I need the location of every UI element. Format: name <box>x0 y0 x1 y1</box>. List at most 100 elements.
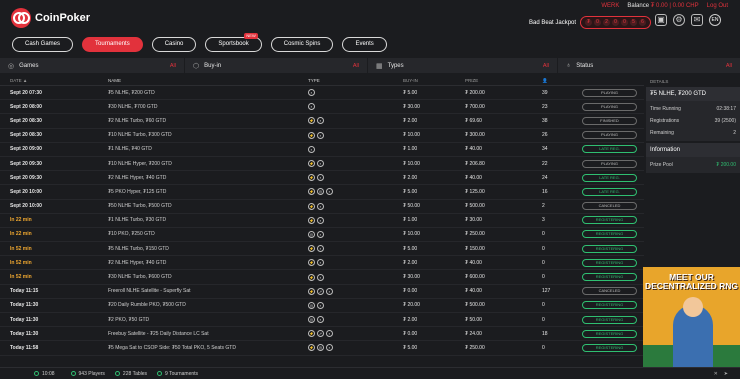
table-row[interactable]: In 22 min ₮10 PKO, ₮250 GTD ◎ ▪ ₮ 10.00 ₮ 250… <box>0 228 644 243</box>
tab-label: Cosmic Spins <box>283 41 321 47</box>
table-row[interactable]: Sept 20 08:00 ₮30 NLHE, ₮700 GTD ▪ ₮ 30.00 ₮… <box>0 100 644 115</box>
tab-cash-games[interactable]: Cash Games <box>12 37 74 52</box>
table-row[interactable]: In 52 min ₮30 NLHE Turbo, ₮600 GTD ⚡ ▪ ₮ 30.… <box>0 270 644 285</box>
filter-games[interactable]: ◎ Games All <box>0 58 185 73</box>
row-status-cell: REGISTERING <box>582 258 642 267</box>
row-types: ⚡ ▪ <box>308 174 403 182</box>
table-row[interactable]: Sept 20 09:30 ₮10 NLHE Hyper, ₮200 GTD ⚡ ▪ ₮… <box>0 157 644 172</box>
row-players: 0 <box>542 245 545 252</box>
footer-players-count: 943 Players <box>78 370 105 377</box>
filter-buyin-value: All <box>352 62 359 69</box>
row-types: ⚡ ◎ ▪ <box>308 188 403 196</box>
row-name: ₮20 Daily Rumble PKO, ₮500 GTD <box>108 302 186 309</box>
row-date: In 22 min <box>10 231 32 238</box>
table-row[interactable]: In 22 min ₮1 NLHE Turbo, ₮30 GTD ⚡ ▪ ₮ 1.00 ₮… <box>0 214 644 228</box>
social-links: ✕ ➤ <box>714 371 728 377</box>
table-row[interactable]: Sept 20 10:00 ₮50 NLHE Turbo, ₮500 GTD ⚡ ▪ ₮… <box>0 200 644 214</box>
row-name: ₮30 NLHE, ₮700 GTD <box>108 103 158 110</box>
username-link[interactable]: WERK <box>601 3 619 9</box>
table-row[interactable]: Today 11:15 Freeroll NLHE Satellite - Sup… <box>0 285 644 299</box>
row-prize: ₮ 250.00 <box>465 344 485 351</box>
filter-games-value: All <box>169 62 176 69</box>
table-row[interactable]: Sept 20 09:30 ₮2 NLHE Hyper, ₮40 GTD ⚡ ▪ ₮ 2… <box>0 171 644 186</box>
tab-sportsbook[interactable]: Sportsbook NEW <box>205 33 262 52</box>
logout-link[interactable]: Log Out <box>707 3 728 9</box>
row-players: 22 <box>542 160 548 167</box>
prize-pool-row: Prize Pool ₮ 200.00 <box>650 159 736 171</box>
row-status-cell: PLAYING <box>582 88 642 97</box>
status-badge: REGISTERING <box>582 301 637 310</box>
table-row[interactable]: Today 11:30 Freebuy Satellite - ₮25 Daily… <box>0 327 644 342</box>
tab-casino[interactable]: Casino <box>151 37 197 52</box>
tab-cosmic-spins[interactable]: Cosmic Spins <box>270 37 334 52</box>
col-date[interactable]: DATE ▲ <box>0 78 108 83</box>
mail-icon[interactable]: ✉ <box>691 14 703 26</box>
table-header: DATE ▲ NAME TYPE BUY-IN PRIZE 👤 <box>0 76 644 86</box>
language-selector[interactable]: EN <box>709 14 721 26</box>
table-row[interactable]: In 52 min ₮2 NLHE Hyper, ₮40 GTD ⚡ ▪ ₮ 2.00 ₮… <box>0 256 644 271</box>
col-name[interactable]: NAME <box>108 78 308 83</box>
table-row[interactable]: Sept 20 08:30 ₮10 NLHE Turbo, ₮300 GTD ⚡ ▪ ₮… <box>0 129 644 143</box>
filter-types[interactable]: ▦ Types All <box>368 58 558 73</box>
account-links: WERK Balance ₮ 0.00 | 0.00 CHP Log Out <box>601 3 728 9</box>
table-row[interactable]: Sept 20 08:30 ₮2 NLHE Turbo, ₮60 GTD ⚡ ▪ ₮ 2… <box>0 114 644 129</box>
table-row[interactable]: Today 11:30 ₮20 Daily Rumble PKO, ₮500 GT… <box>0 299 644 313</box>
tab-tournaments[interactable]: Tournaments <box>82 37 143 52</box>
twitter-icon[interactable]: ✕ <box>714 371 718 377</box>
col-buyin[interactable]: BUY-IN <box>403 78 465 83</box>
filter-games-label: Games <box>19 62 39 69</box>
row-buyin: ₮ 1.00 <box>403 146 418 153</box>
wallet-icon[interactable]: ▣ <box>655 14 667 26</box>
tab-events[interactable]: Events <box>342 37 387 52</box>
status-badge: REGISTERING <box>582 244 637 253</box>
row-types: ⚡ ➚ ▪ <box>308 287 403 295</box>
row-players: 2 <box>542 203 545 210</box>
telegram-icon[interactable]: ➤ <box>724 371 728 377</box>
table-row[interactable]: Sept 20 09:00 ₮1 NLHE, ₮40 GTD ▪ ₮ 1.00 ₮ 40… <box>0 143 644 157</box>
footer-players: 943 Players <box>70 370 105 377</box>
jackpot-digit: 2 <box>603 19 611 26</box>
row-status-cell: REGISTERING <box>582 244 642 253</box>
turbo-icon: ⚡ <box>308 131 315 139</box>
filter-buyin[interactable]: ⬡ Buy-in All <box>185 58 368 73</box>
row-players: 26 <box>542 132 548 139</box>
row-status-cell: PLAYING <box>582 131 642 140</box>
row-buyin: ₮ 2.00 <box>403 174 418 181</box>
table-row[interactable]: Today 11:30 ₮2 PKO, ₮50 GTD ◎ ▪ ₮ 2.00 ₮ 50.0… <box>0 313 644 328</box>
table-row[interactable]: Today 11:58 ₮5 Mega Sat to CSOP Side: ₮50… <box>0 341 644 356</box>
col-prize[interactable]: PRIZE <box>465 78 542 83</box>
details-value: 39 (2500) <box>714 118 736 124</box>
row-types: ⚡ ▪ <box>308 131 403 139</box>
row-players: 23 <box>542 103 548 110</box>
row-types: ⚡ ▪ <box>308 160 403 168</box>
row-status-cell: REGISTERING <box>582 216 642 225</box>
row-name: ₮30 NLHE Turbo, ₮600 GTD <box>108 274 172 281</box>
details-label: Registrations <box>650 118 680 124</box>
row-status-cell: REGISTERING <box>582 273 642 282</box>
shield-icon: ▪ <box>326 287 333 295</box>
row-types: ◎ ▪ <box>308 301 403 309</box>
footer-clock: 10:08 <box>34 371 55 377</box>
logo[interactable]: CoinPoker <box>11 8 90 28</box>
rng-promo-banner[interactable]: MEET OUR DECENTRALIZED RNG <box>643 267 740 367</box>
col-type[interactable]: TYPE <box>308 78 403 83</box>
row-buyin: ₮ 5.00 <box>403 188 418 195</box>
bad-beat-jackpot[interactable]: Bad Beat Jackpot ₮ 0 2 0 0 5 6 <box>529 16 652 29</box>
turbo-icon: ⚡ <box>308 160 315 168</box>
footer-tables-count: 228 Tables <box>122 370 148 377</box>
settings-gear-icon[interactable]: ⚙ <box>673 14 685 26</box>
shield-icon: ▪ <box>317 160 324 168</box>
table-row[interactable]: Sept 20 10:00 ₮5 PKO Hyper, ₮125 GTD ⚡ ◎ ▪ ₮ … <box>0 185 644 200</box>
prize-pool-value: ₮ 200.00 <box>716 162 736 168</box>
col-players-person-icon[interactable]: 👤 <box>542 78 582 84</box>
filter-status[interactable]: ♁ Status All <box>558 58 740 73</box>
row-prize: ₮ 700.00 <box>465 103 485 110</box>
table-row[interactable]: In 52 min ₮5 NLHE Turbo, ₮150 GTD ⚡ ▪ ₮ 5.00… <box>0 242 644 257</box>
row-date: Today 11:30 <box>10 330 39 337</box>
table-row[interactable]: Sept 20 07:30 ₮5 NLHE, ₮200 GTD ▪ ₮ 5.00 ₮ 2… <box>0 86 644 101</box>
information-heading: Information <box>646 143 740 157</box>
knockout-icon: ◎ <box>308 301 315 309</box>
prize-pool-label: Prize Pool <box>650 162 673 168</box>
row-name: ₮10 PKO, ₮250 GTD <box>108 231 155 238</box>
row-status-cell: LATE REG. <box>582 173 642 182</box>
